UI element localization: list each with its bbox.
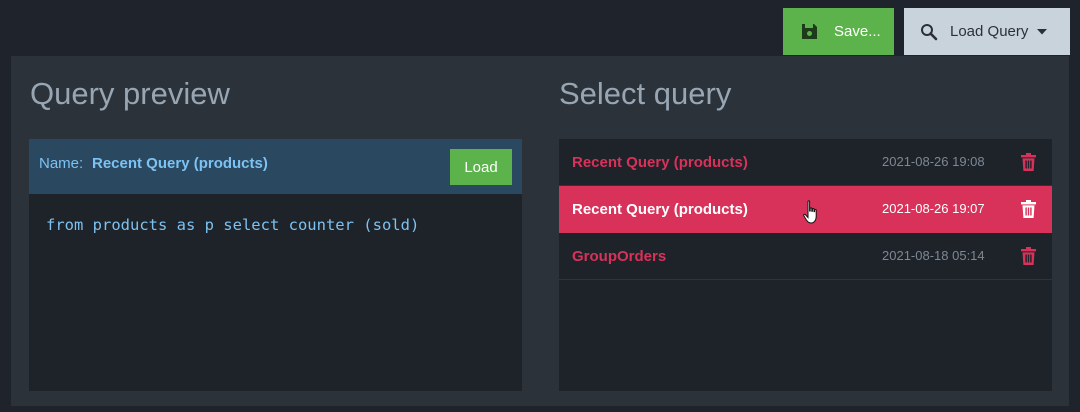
query-item-name: Recent Query (products) bbox=[572, 201, 748, 218]
query-item-date: 2021-08-18 05:14 bbox=[882, 248, 985, 263]
top-toolbar: Save... Load Query bbox=[0, 0, 1080, 56]
query-item-date: 2021-08-26 19:08 bbox=[882, 154, 985, 169]
query-item-name: GroupOrders bbox=[572, 248, 667, 265]
trash-icon[interactable] bbox=[1021, 153, 1036, 171]
query-item-name: Recent Query (products) bbox=[572, 154, 748, 171]
search-icon bbox=[920, 23, 938, 41]
query-preview-box: Name: Recent Query (products) Load from … bbox=[29, 139, 522, 391]
select-query-title: Select query bbox=[559, 76, 732, 111]
query-text: from products as p select counter (sold) bbox=[46, 216, 420, 234]
load-query-dropdown-button[interactable]: Load Query bbox=[904, 8, 1070, 55]
query-name-label: Name: bbox=[39, 155, 84, 172]
hand-pointer-icon bbox=[803, 200, 821, 226]
save-button-label: Save... bbox=[834, 23, 881, 40]
query-preview-header: Name: Recent Query (products) Load bbox=[29, 139, 522, 194]
caret-down-icon bbox=[1037, 28, 1048, 35]
save-button[interactable]: Save... bbox=[783, 8, 894, 55]
load-query-panel: Query preview Select query Name: Recent … bbox=[11, 56, 1069, 406]
trash-icon[interactable] bbox=[1021, 247, 1036, 265]
query-item-date: 2021-08-26 19:07 bbox=[882, 201, 985, 216]
query-name-value: Recent Query (products) bbox=[92, 155, 268, 172]
query-preview-title: Query preview bbox=[30, 76, 230, 111]
trash-icon[interactable] bbox=[1021, 200, 1036, 218]
load-query-button-label: Load Query bbox=[950, 23, 1029, 40]
query-list-item[interactable]: GroupOrders 2021-08-18 05:14 bbox=[559, 233, 1052, 280]
query-list-item[interactable]: Recent Query (products) 2021-08-26 19:08 bbox=[559, 139, 1052, 186]
load-button[interactable]: Load bbox=[450, 149, 512, 185]
query-list-item-selected[interactable]: Recent Query (products) 2021-08-26 19:07 bbox=[559, 186, 1052, 233]
query-list: Recent Query (products) 2021-08-26 19:08… bbox=[559, 139, 1052, 391]
floppy-disk-icon bbox=[801, 23, 818, 40]
